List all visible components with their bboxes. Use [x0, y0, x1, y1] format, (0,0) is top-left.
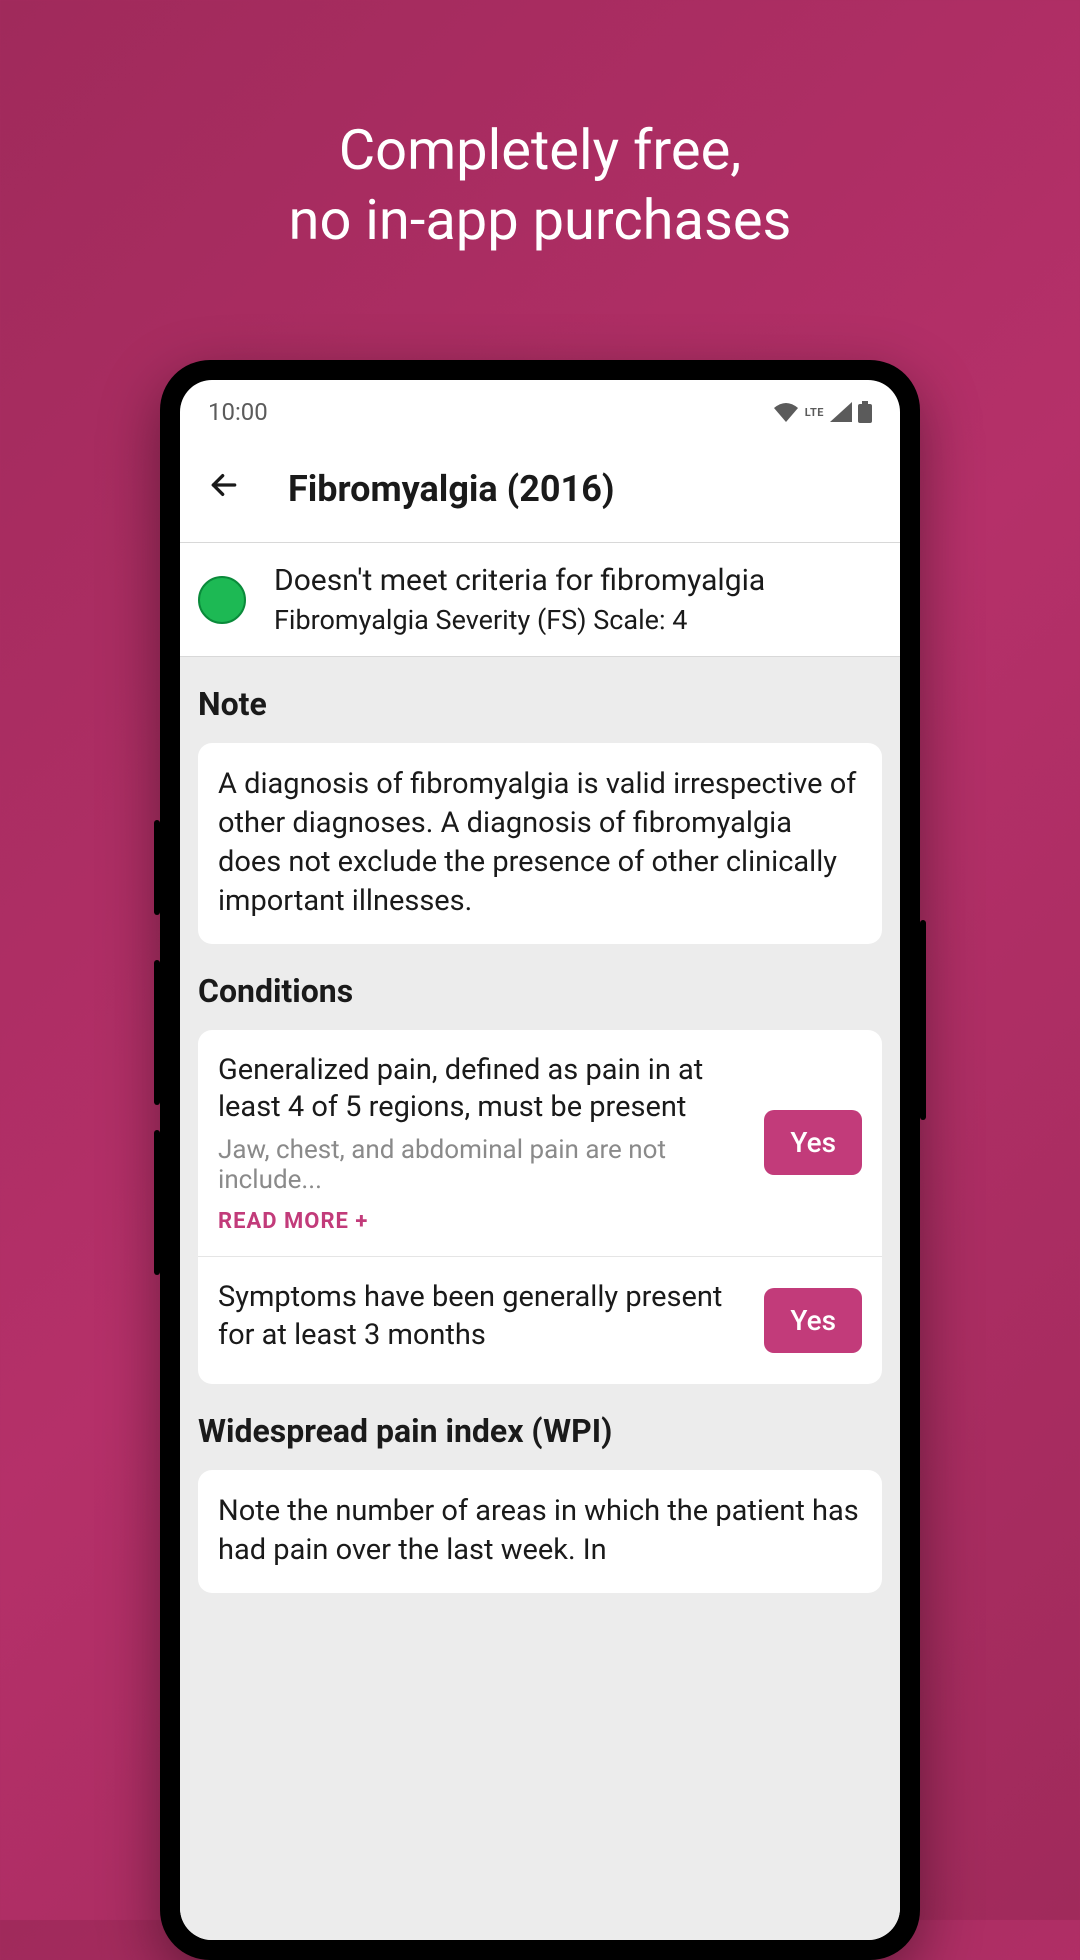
- promo-line-1: Completely free,: [0, 115, 1080, 185]
- wpi-section-header: Widespread pain index (WPI): [198, 1384, 882, 1470]
- back-button[interactable]: [200, 468, 248, 510]
- condition-text: Symptoms have been generally present for…: [218, 1279, 744, 1362]
- status-indicator-dot: [198, 576, 246, 624]
- read-more-link[interactable]: READ MORE +: [218, 1209, 744, 1234]
- phone-screen: 10:00 LTE Fibromyalgia (2016) Doesn't me…: [180, 380, 900, 1940]
- status-icons: LTE: [773, 401, 872, 423]
- page-title: Fibromyalgia (2016): [288, 468, 614, 510]
- promo-heading: Completely free, no in-app purchases: [0, 0, 1080, 255]
- note-card: A diagnosis of fibromyalgia is valid irr…: [198, 743, 882, 944]
- arrow-left-icon: [208, 469, 240, 501]
- condition-item: Symptoms have been generally present for…: [198, 1256, 882, 1384]
- result-title: Doesn't meet criteria for fibromyalgia: [274, 563, 882, 598]
- phone-button-left: [154, 820, 160, 915]
- result-subtitle: Fibromyalgia Severity (FS) Scale: 4: [274, 604, 882, 636]
- app-header: Fibromyalgia (2016): [180, 440, 900, 542]
- condition-toggle-button[interactable]: Yes: [764, 1288, 862, 1353]
- phone-frame: 10:00 LTE Fibromyalgia (2016) Doesn't me…: [160, 360, 920, 1960]
- status-bar: 10:00 LTE: [180, 380, 900, 440]
- condition-text: Generalized pain, defined as pain in at …: [218, 1052, 744, 1234]
- network-label: LTE: [805, 406, 824, 419]
- content-area: Note A diagnosis of fibromyalgia is vali…: [180, 657, 900, 1940]
- wpi-card: Note the number of areas in which the pa…: [198, 1470, 882, 1592]
- condition-toggle-button[interactable]: Yes: [764, 1110, 862, 1175]
- condition-title: Generalized pain, defined as pain in at …: [218, 1052, 744, 1127]
- conditions-card: Generalized pain, defined as pain in at …: [198, 1030, 882, 1385]
- phone-button-left: [154, 960, 160, 1105]
- wifi-icon: [773, 402, 799, 422]
- signal-icon: [830, 402, 852, 422]
- status-time: 10:00: [208, 398, 268, 426]
- promo-line-2: no in-app purchases: [0, 185, 1080, 255]
- condition-title: Symptoms have been generally present for…: [218, 1279, 744, 1354]
- phone-button-right: [920, 920, 926, 1120]
- conditions-section-header: Conditions: [198, 944, 882, 1030]
- note-section-header: Note: [198, 657, 882, 743]
- result-banner: Doesn't meet criteria for fibromyalgia F…: [180, 542, 900, 657]
- phone-button-left: [154, 1130, 160, 1275]
- battery-icon: [858, 401, 872, 423]
- condition-item: Generalized pain, defined as pain in at …: [198, 1030, 882, 1256]
- condition-hint: Jaw, chest, and abdominal pain are not i…: [218, 1135, 744, 1195]
- result-text: Doesn't meet criteria for fibromyalgia F…: [274, 563, 882, 636]
